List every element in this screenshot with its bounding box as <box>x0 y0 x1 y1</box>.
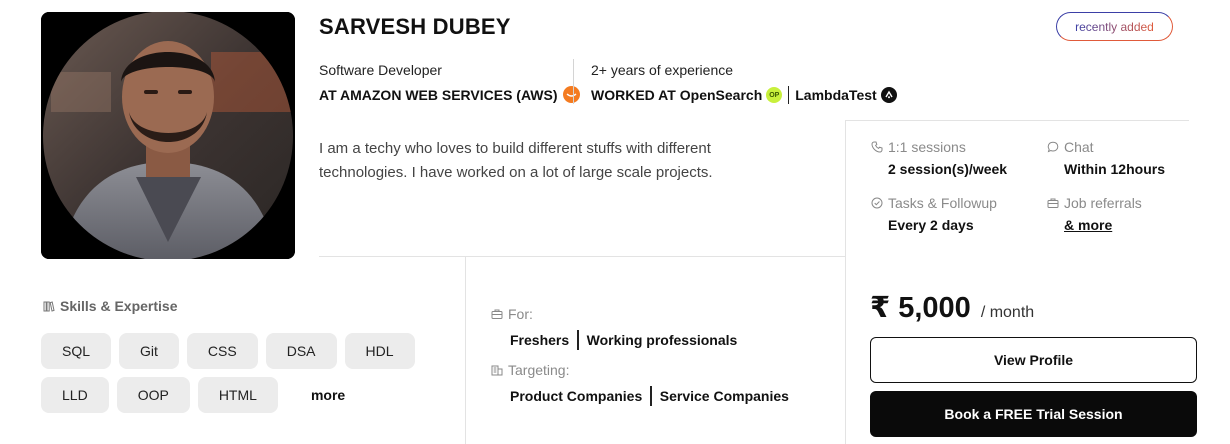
for-value: Freshers <box>510 332 570 348</box>
feature-referrals: Job referrals & more <box>1047 195 1142 233</box>
targeting-value: Service Companies <box>659 388 789 404</box>
skills-title-label: Skills & Expertise <box>60 298 178 314</box>
feature-sessions: 1:1 sessions 2 session(s)/week <box>871 139 1007 177</box>
books-icon <box>43 301 55 312</box>
past-company-opensearch: OpenSearch <box>679 87 763 103</box>
experience-years: 2+ years of experience <box>591 62 734 78</box>
phone-icon <box>871 141 883 153</box>
price-amount: ₹ 5,000 <box>870 292 971 324</box>
current-role: Software Developer AT AMAZON WEB SERVICE… <box>319 62 580 103</box>
feature-chat: Chat Within 12hours <box>1047 139 1165 177</box>
targeting-label: Targeting: <box>508 362 570 378</box>
role-company-label: AT AMAZON WEB SERVICES (AWS) <box>319 86 558 103</box>
experience-block: 2+ years of experience WORKED AT OpenSea… <box>591 62 897 104</box>
recently-added-badge: recently added <box>1056 12 1173 41</box>
lambdatest-logo-icon <box>880 87 897 103</box>
book-trial-button[interactable]: Book a FREE Trial Session <box>870 391 1197 437</box>
mentor-name: SARVESH DUBEY <box>319 14 511 39</box>
mentor-bio: I am a techy who loves to build differen… <box>319 140 713 181</box>
mentor-photo <box>41 12 295 259</box>
referrals-label: Job referrals <box>1064 195 1142 211</box>
past-company-lambdatest: LambdaTest <box>795 87 877 103</box>
view-profile-button[interactable]: View Profile <box>870 337 1197 383</box>
skills-list: SQL Git CSS DSA HDL LLD OOP HTML more <box>41 333 441 413</box>
badge-label: recently added <box>1075 19 1154 34</box>
referrals-more-link[interactable]: & more <box>1064 217 1142 233</box>
skills-column-divider <box>465 257 466 444</box>
worked-at-label: WORKED AT <box>591 87 676 103</box>
bio-divider <box>319 256 845 257</box>
audience-targeting: Targeting: Product Companies Service Com… <box>491 362 789 406</box>
price-period: / month <box>980 304 1035 321</box>
skills-more-button[interactable]: more <box>286 377 370 413</box>
for-label: For: <box>508 306 533 322</box>
skill-chip: OOP <box>116 377 190 413</box>
briefcase-icon <box>491 309 503 319</box>
features-divider <box>846 120 1189 121</box>
skill-chip: Git <box>119 333 179 369</box>
company-separator <box>788 86 790 104</box>
aws-logo-icon <box>562 86 580 103</box>
for-value: Working professionals <box>586 332 738 348</box>
building-icon <box>491 365 503 376</box>
skill-chip: LLD <box>41 377 109 413</box>
sessions-label: 1:1 sessions <box>888 139 966 155</box>
chat-value: Within 12hours <box>1064 161 1165 177</box>
feature-tasks: Tasks & Followup Every 2 days <box>871 195 997 233</box>
role-title: Software Developer <box>319 62 442 78</box>
targeting-value: Product Companies <box>510 388 643 404</box>
sessions-value: 2 session(s)/week <box>888 161 1008 177</box>
skill-chip: HDL <box>344 333 415 369</box>
price: ₹ 5,000 / month <box>870 290 1034 325</box>
role-company: AT AMAZON WEB SERVICES (AWS) <box>319 86 580 103</box>
skill-chip: SQL <box>41 333 112 369</box>
briefcase-icon <box>1047 198 1059 208</box>
skills-title: Skills & Expertise <box>43 298 178 314</box>
value-separator <box>650 386 652 406</box>
audience-for: For: Freshers Working professionals <box>491 306 737 350</box>
value-separator <box>577 330 579 350</box>
check-circle-icon <box>871 197 883 209</box>
skill-chip: DSA <box>265 333 337 369</box>
header-divider <box>573 59 574 104</box>
skill-chip: CSS <box>186 333 258 369</box>
tasks-value: Every 2 days <box>888 217 974 233</box>
chat-bubble-icon <box>1047 141 1059 153</box>
opensearch-logo-icon: OP <box>766 87 783 103</box>
pricing-column-divider <box>845 120 846 444</box>
skill-chip: HTML <box>197 377 278 413</box>
chat-label: Chat <box>1064 139 1094 155</box>
tasks-label: Tasks & Followup <box>888 195 997 211</box>
past-companies: WORKED AT OpenSearch OP LambdaTest <box>591 86 897 104</box>
